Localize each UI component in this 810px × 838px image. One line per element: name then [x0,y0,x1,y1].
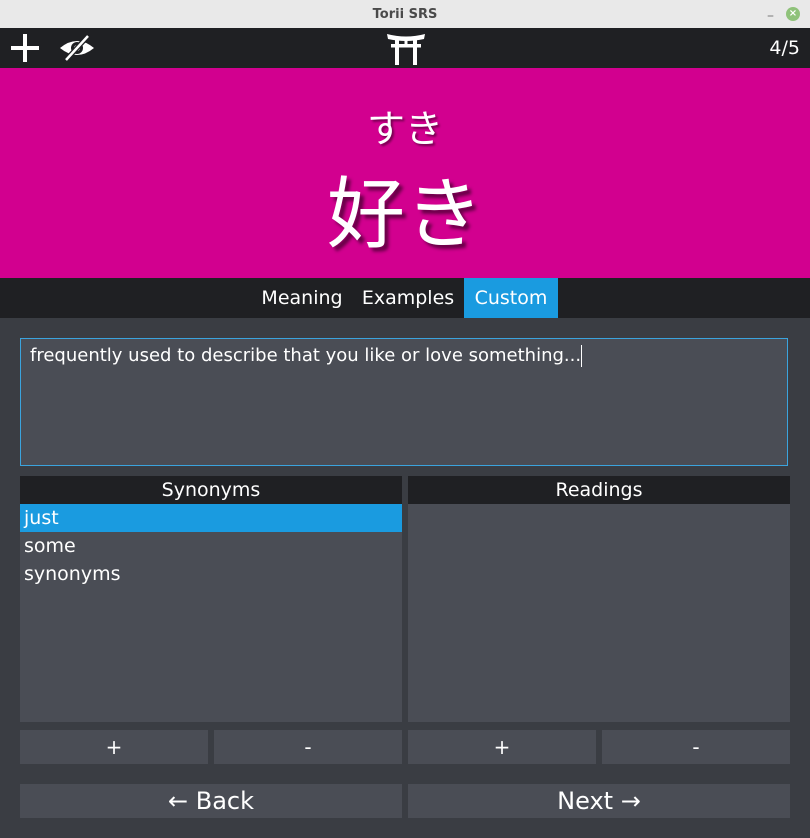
window-titlebar: Torii SRS – × [0,0,810,28]
tab-examples[interactable]: Examples [356,278,460,318]
synonym-item[interactable]: synonyms [20,560,402,588]
tab-meaning[interactable]: Meaning [254,278,350,318]
text-caret [581,345,583,367]
eye-slash-icon[interactable] [58,32,94,64]
card-reading: すき [366,107,443,151]
add-synonym-button[interactable]: + [20,730,208,764]
custom-note-textarea[interactable]: frequently used to describe that you lik… [20,338,788,466]
toolbar: 4/5 [0,28,810,68]
tab-custom[interactable]: Custom [464,278,558,318]
card-counter: 4/5 [769,37,800,59]
remove-synonym-button[interactable]: - [214,730,402,764]
close-button[interactable]: × [786,7,800,21]
synonyms-header: Synonyms [20,476,402,504]
tab-bar: Meaning Examples Custom [0,278,810,318]
back-button[interactable]: ← Back [20,784,402,818]
plus-icon[interactable] [9,32,41,64]
custom-note-text: frequently used to describe that you lik… [30,345,582,366]
next-button[interactable]: Next → [408,784,790,818]
torii-gate-icon [386,31,426,65]
synonym-item[interactable]: just [20,504,402,532]
card-word: 好き [326,170,483,260]
readings-header: Readings [408,476,790,504]
synonyms-panel: Synonyms just some synonyms [20,476,402,722]
readings-panel: Readings [408,476,790,722]
minimize-button[interactable]: – [767,2,774,30]
window-title: Torii SRS [372,7,438,22]
add-reading-button[interactable]: + [408,730,596,764]
card-banner: すき 好き [0,68,810,278]
synonym-item[interactable]: some [20,532,402,560]
remove-reading-button[interactable]: - [602,730,790,764]
